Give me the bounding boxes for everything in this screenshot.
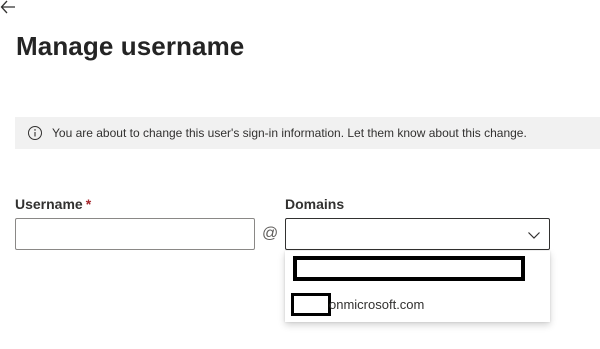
domains-dropdown[interactable] [285, 218, 550, 250]
domain-option-onmicrosoft[interactable]: onmicrosoft.com [289, 291, 546, 319]
domain-option-label: onmicrosoft.com [329, 297, 425, 312]
info-message-bar: You are about to change this user's sign… [15, 117, 600, 149]
back-arrow-icon [0, 0, 18, 14]
domains-dropdown-menu: onmicrosoft.com [285, 251, 550, 322]
info-icon [27, 125, 43, 141]
username-input[interactable] [15, 218, 255, 250]
back-button[interactable] [0, 0, 18, 14]
required-marker: * [85, 196, 92, 212]
page-title: Manage username [16, 31, 245, 61]
chevron-down-icon [527, 228, 541, 240]
redaction-box [293, 256, 525, 281]
manage-username-panel: Manage username You are about to change … [0, 0, 600, 349]
redaction-box [291, 293, 331, 316]
at-separator: @ [262, 225, 279, 242]
domain-option-redacted[interactable] [293, 256, 525, 281]
domains-label: Domains [285, 196, 345, 212]
username-label: Username * [15, 196, 91, 212]
info-message-text: You are about to change this user's sign… [52, 126, 527, 140]
username-label-text: Username [15, 196, 83, 212]
